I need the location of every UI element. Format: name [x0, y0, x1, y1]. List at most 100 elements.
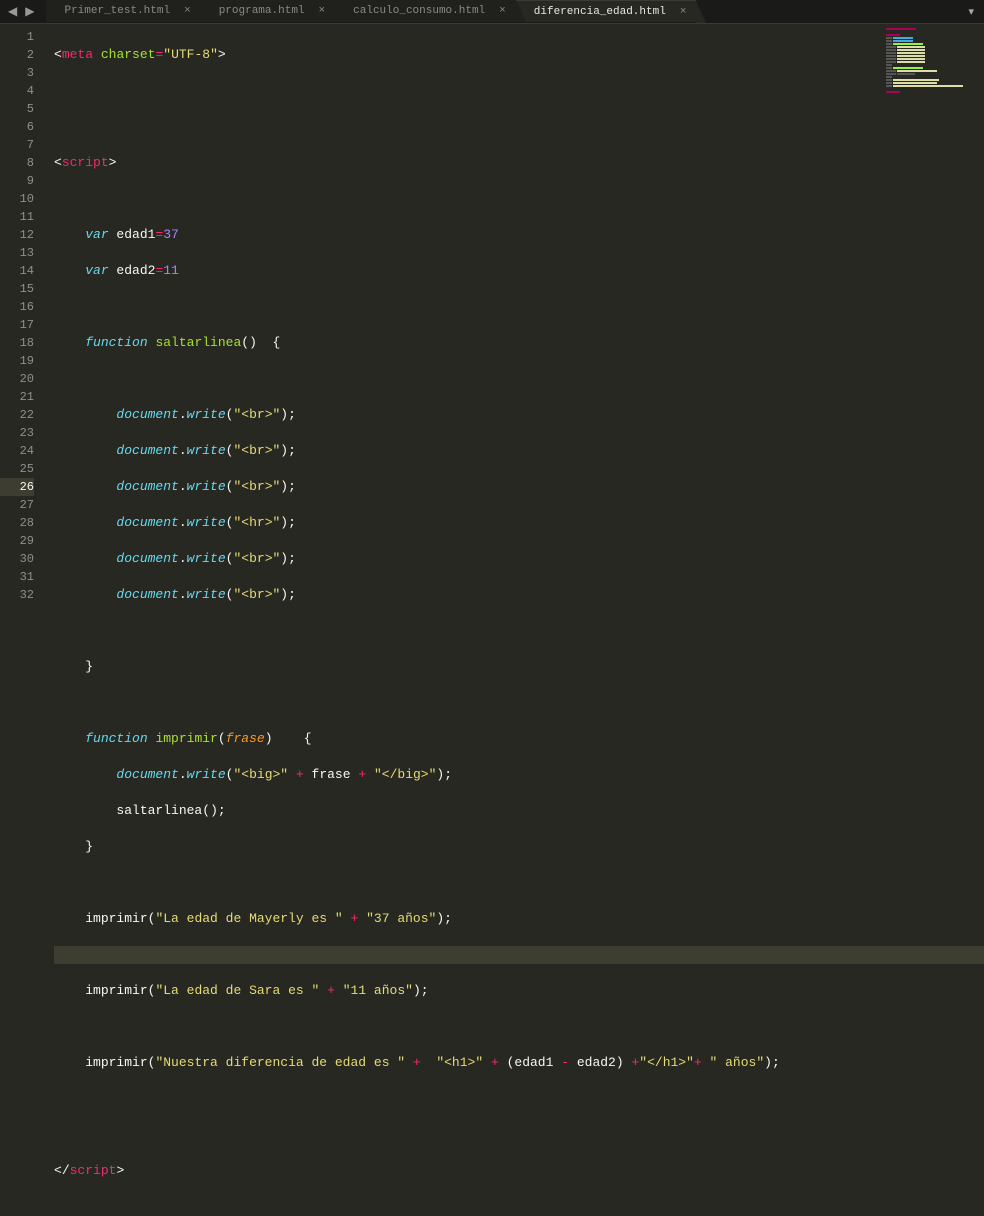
- code-token: ;: [444, 911, 452, 926]
- code-token: "Nuestra diferencia de edad es ": [155, 1055, 405, 1070]
- code-content[interactable]: <meta charset="UTF-8"> <script> var edad…: [44, 24, 984, 630]
- code-token: imprimir: [85, 983, 147, 998]
- line-number: 5: [0, 100, 34, 118]
- line-number: 14: [0, 262, 34, 280]
- close-icon[interactable]: ×: [680, 1, 687, 23]
- code-token: ;: [288, 587, 296, 602]
- code-token: ;: [288, 407, 296, 422]
- tab-label: Primer_test.html: [64, 0, 170, 22]
- code-token: <: [54, 47, 62, 62]
- code-token: edad2: [109, 263, 156, 278]
- code-token: .: [179, 479, 187, 494]
- code-token: ;: [421, 983, 429, 998]
- line-number: 30: [0, 550, 34, 568]
- code-token: document: [116, 443, 178, 458]
- code-token: "<big>": [233, 767, 288, 782]
- code-token: imprimir: [85, 1055, 147, 1070]
- code-token: +: [351, 911, 359, 926]
- code-token: document: [116, 551, 178, 566]
- code-token: }: [85, 659, 93, 674]
- code-token: ): [436, 911, 444, 926]
- code-token: (: [507, 1055, 515, 1070]
- line-number: 22: [0, 406, 34, 424]
- tab-diferencia-edad[interactable]: diferencia_edad.html ×: [516, 0, 697, 22]
- line-number: 7: [0, 136, 34, 154]
- code-token: .: [179, 587, 187, 602]
- dropdown-icon[interactable]: ▾: [964, 5, 978, 19]
- code-token: (: [148, 983, 156, 998]
- code-token: 37: [163, 227, 179, 242]
- line-number: 10: [0, 190, 34, 208]
- code-token: edad1: [514, 1055, 553, 1070]
- code-token: ;: [288, 551, 296, 566]
- code-token: document: [116, 767, 178, 782]
- code-token: .: [179, 515, 187, 530]
- code-token: write: [187, 551, 226, 566]
- nav-back-icon[interactable]: ◀: [6, 4, 19, 19]
- code-token: /: [62, 1163, 70, 1178]
- line-number: 26: [0, 478, 34, 496]
- code-token: (: [226, 767, 234, 782]
- code-token: >: [109, 155, 117, 170]
- line-number: 23: [0, 424, 34, 442]
- code-token: frase: [226, 731, 265, 746]
- code-token: ;: [288, 515, 296, 530]
- code-token: +: [491, 1055, 499, 1070]
- tab-primer-test[interactable]: Primer_test.html ×: [46, 0, 200, 22]
- code-token: +: [631, 1055, 639, 1070]
- minimap[interactable]: [886, 28, 976, 108]
- line-number: 18: [0, 334, 34, 352]
- code-token: script: [70, 1163, 117, 1178]
- code-token: .: [179, 443, 187, 458]
- code-token: .: [179, 407, 187, 422]
- line-number: 32: [0, 586, 34, 604]
- code-token: function: [85, 731, 147, 746]
- code-token: write: [187, 767, 226, 782]
- line-number: 20: [0, 370, 34, 388]
- close-icon[interactable]: ×: [499, 0, 506, 22]
- line-number: 16: [0, 298, 34, 316]
- code-token: imprimir: [155, 731, 217, 746]
- code-token: var: [85, 227, 108, 242]
- code-token: ;: [444, 767, 452, 782]
- editor[interactable]: 1 2 3 4 5 6 7 8 9 10 11 12 13 14 15 16 1…: [0, 24, 984, 630]
- code-token: var: [85, 263, 108, 278]
- code-token: saltarlinea: [116, 803, 202, 818]
- code-token: "37 años": [366, 911, 436, 926]
- code-token: ;: [288, 479, 296, 494]
- code-token: ): [280, 479, 288, 494]
- code-token: document: [116, 587, 178, 602]
- tab-calculo-consumo[interactable]: calculo_consumo.html ×: [335, 0, 516, 22]
- code-token: ): [764, 1055, 772, 1070]
- tab-label: diferencia_edad.html: [534, 1, 666, 23]
- code-token: "UTF-8": [163, 47, 218, 62]
- title-bar: ◀ ▶ Primer_test.html × programa.html × c…: [0, 0, 984, 24]
- code-token: ): [280, 515, 288, 530]
- nav-forward-icon[interactable]: ▶: [23, 4, 36, 19]
- tab-label: calculo_consumo.html: [353, 0, 485, 22]
- code-token: ): [280, 551, 288, 566]
- line-number: 1: [0, 28, 34, 46]
- code-token: ): [280, 407, 288, 422]
- close-icon[interactable]: ×: [184, 0, 191, 22]
- tab-programa[interactable]: programa.html ×: [201, 0, 335, 22]
- code-token: ;: [218, 803, 226, 818]
- code-token: +: [694, 1055, 702, 1070]
- close-icon[interactable]: ×: [319, 0, 326, 22]
- tab-bar: Primer_test.html × programa.html × calcu…: [46, 0, 696, 23]
- line-number: 21: [0, 388, 34, 406]
- code-token: <: [54, 155, 62, 170]
- code-token: (: [241, 335, 249, 350]
- code-token: write: [187, 479, 226, 494]
- line-number: 28: [0, 514, 34, 532]
- line-number: 15: [0, 280, 34, 298]
- code-token: 11: [163, 263, 179, 278]
- code-token: (: [218, 731, 226, 746]
- code-token: {: [304, 731, 312, 746]
- code-token: function: [85, 335, 147, 350]
- code-token: edad2: [577, 1055, 616, 1070]
- line-number: 2: [0, 46, 34, 64]
- code-token: "La edad de Mayerly es ": [155, 911, 342, 926]
- line-number: 3: [0, 64, 34, 82]
- code-token: "La edad de Sara es ": [155, 983, 319, 998]
